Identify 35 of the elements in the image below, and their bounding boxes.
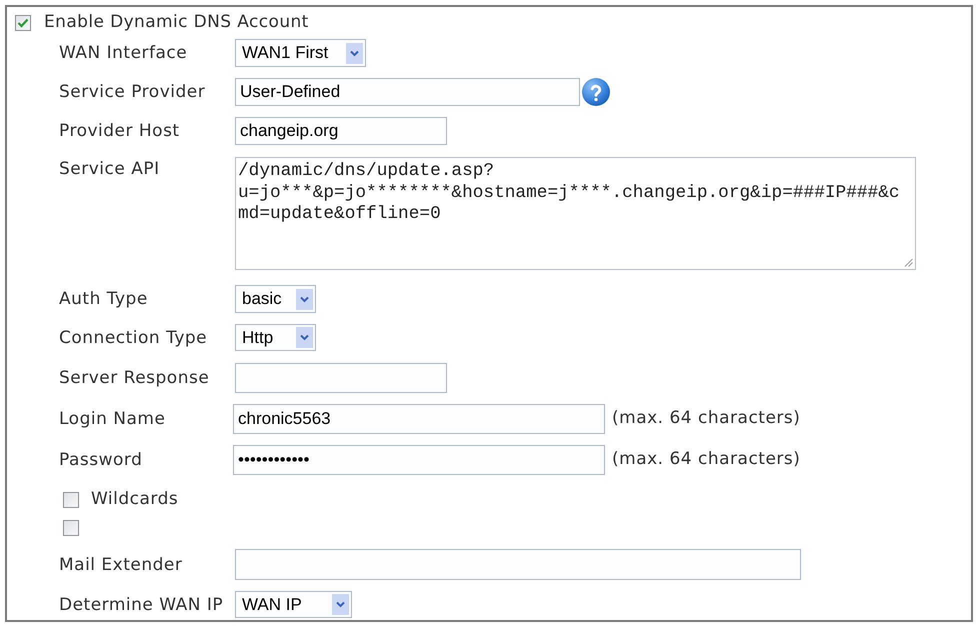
caret-icon [346,42,363,64]
dropdown[interactable]: WAN1 First [235,39,366,67]
password-field[interactable]: •••••••••••• [233,445,605,475]
checkbox[interactable] [63,520,79,536]
checkbox[interactable] [63,492,79,508]
text-field[interactable] [235,363,447,393]
hint-text: (max. 64 characters) [612,407,800,430]
text-field[interactable] [235,549,801,580]
field-label: Login Name [59,409,166,429]
text-area-field[interactable]: /dynamic/dns/update.asp? u=jo***&p=jo********&hostname=j****.changeip.org&ip=###IP###&c md=update&offline=0 [235,157,916,270]
field-label: Connection Type [59,328,208,348]
text-field[interactable]: chronic5563 [233,404,605,434]
checkbox-label: Enable Dynamic DNS Account [44,11,309,34]
field-label: Mail Extender [59,554,182,574]
dropdown[interactable]: basic [235,285,316,313]
field-label: Determine WAN IP [59,594,224,614]
field-label: Service API [59,159,160,179]
help-icon[interactable] [582,78,610,106]
field-label: Password [59,450,142,470]
checkbox[interactable] [15,15,31,31]
field-label: WAN Interface [59,43,188,63]
caret-icon [296,288,313,310]
caret-icon [296,327,313,348]
caret-icon [332,594,349,615]
field-label: Server Response [59,368,210,388]
dropdown[interactable]: Http [235,324,316,351]
text-field[interactable]: changeip.org [235,117,447,145]
field-label: Auth Type [59,289,148,309]
field-label: Service Provider [59,82,206,102]
resize-grip-icon[interactable] [904,258,913,267]
checkbox-label: Wildcards [91,488,178,512]
hint-text: (max. 64 characters) [612,448,800,472]
dropdown[interactable]: WAN IP [235,591,352,618]
text-field[interactable]: User-Defined [235,78,580,106]
field-label: Provider Host [59,121,180,141]
